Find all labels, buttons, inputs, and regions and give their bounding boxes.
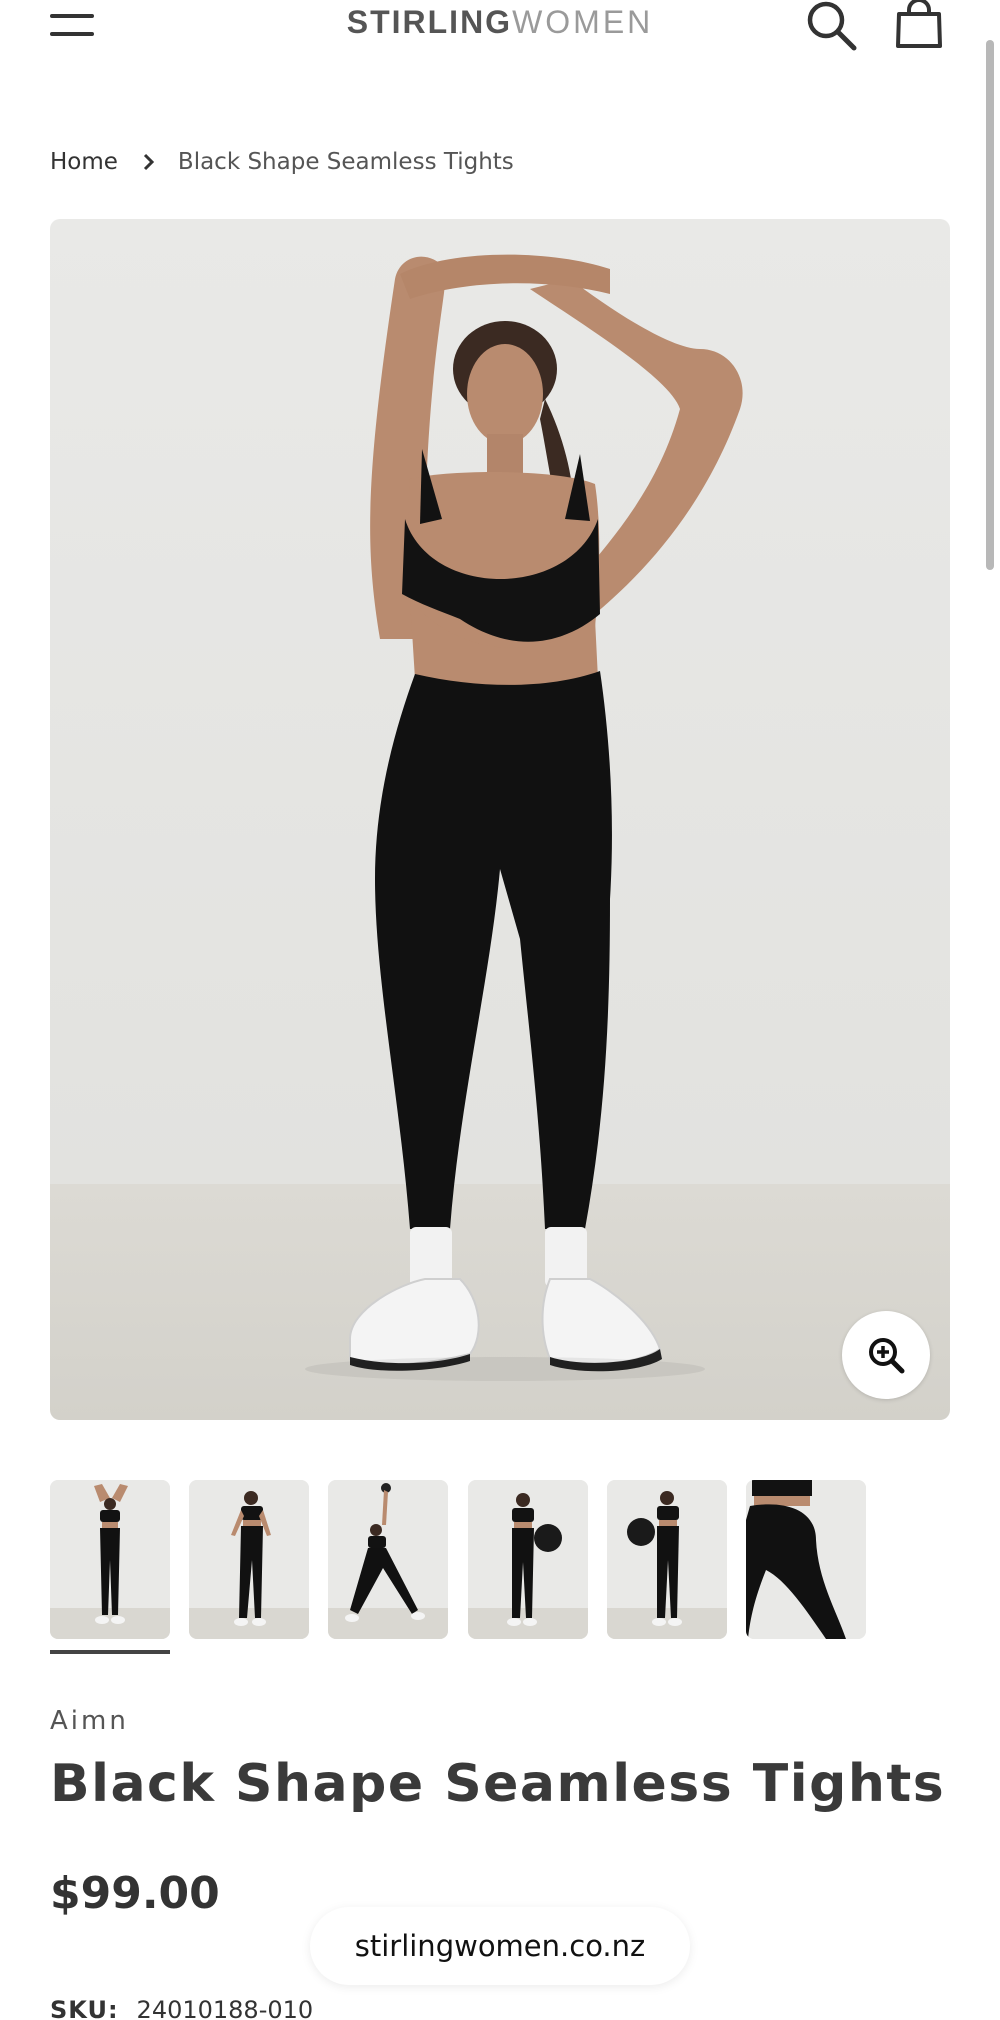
main-product-image[interactable] [50,219,950,1420]
logo-light: WOMEN [512,4,654,40]
chevron-right-icon [142,152,156,172]
thumbnail-3[interactable] [328,1480,448,1639]
product-sku: SKU: 24010188-010 [50,1996,313,2020]
thumbnail-2[interactable] [189,1480,309,1639]
thumbnail-5[interactable] [607,1480,727,1639]
zoom-in-icon [869,1338,905,1374]
product-price: $99.00 [50,1868,220,1919]
thumbnail-image [607,1480,727,1639]
thumbnail-image [328,1480,448,1639]
cart-button[interactable] [894,0,944,52]
shopping-bag-icon [896,0,942,48]
zoom-button[interactable] [842,1311,930,1399]
thumbnail-image [189,1480,309,1639]
browser-url-bar[interactable]: stirlingwomen.co.nz [310,1907,690,1985]
thumbnail-6[interactable] [746,1480,866,1639]
sku-value: 24010188-010 [136,1996,314,2020]
thumbnail-image [468,1480,588,1639]
thumbnail-4[interactable] [468,1480,588,1639]
breadcrumb-current: Black Shape Seamless Tights [177,149,514,175]
product-title: Black Shape Seamless Tights [50,1754,946,1814]
search-icon [807,1,857,51]
breadcrumb: Home Black Shape Seamless Tights [50,144,514,180]
thumbnail-image [746,1480,866,1639]
page-scrollbar[interactable] [986,40,994,570]
product-vendor[interactable]: Aimn [50,1706,129,1736]
active-thumbnail-indicator [50,1650,170,1654]
search-button[interactable] [804,0,858,52]
site-header: STIRLINGWOMEN [0,0,1000,60]
sku-label: SKU: [50,1996,119,2020]
logo-bold: STIRLING [346,4,513,40]
product-photo [50,219,950,1420]
thumbnail-1[interactable] [50,1480,170,1639]
thumbnail-image [50,1480,170,1639]
breadcrumb-home-link[interactable]: Home [50,149,118,175]
